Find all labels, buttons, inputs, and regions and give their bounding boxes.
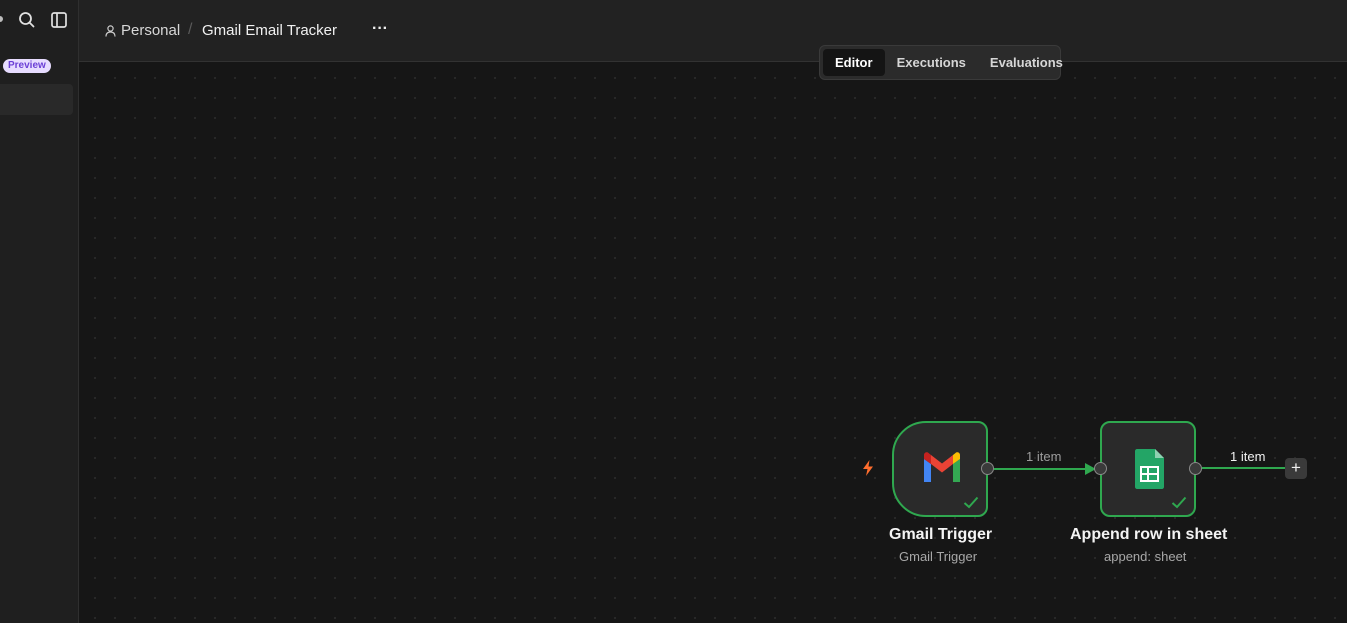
workflow-editor-app: Preview Personal / Gmail Email Tracker ·… xyxy=(0,0,1347,623)
output-handle-sheets[interactable] xyxy=(1189,462,1202,475)
sidebar-item-selected[interactable] xyxy=(0,84,73,115)
add-node-button[interactable]: + xyxy=(1285,458,1307,479)
node-subtitle-append-row: append: sheet xyxy=(1104,549,1187,564)
tab-editor[interactable]: Editor xyxy=(823,49,885,76)
success-check-icon xyxy=(963,496,979,509)
node-append-row-in-sheet[interactable] xyxy=(1100,421,1196,517)
node-gmail-trigger[interactable] xyxy=(892,421,988,517)
breadcrumb-project[interactable]: Personal xyxy=(105,21,180,41)
left-sidebar: Preview xyxy=(0,0,79,623)
user-icon xyxy=(105,25,116,37)
tab-evaluations[interactable]: Evaluations xyxy=(978,49,1075,76)
node-subtitle-gmail-trigger: Gmail Trigger xyxy=(899,549,978,564)
node-title-append-row: Append row in sheet xyxy=(1070,526,1228,543)
output-handle-gmail[interactable] xyxy=(981,462,994,475)
sidebar-logo-edge xyxy=(0,16,3,22)
breadcrumb-separator: / xyxy=(188,21,193,38)
edge-label-gmail-to-sheets: 1 item xyxy=(1026,449,1062,464)
input-handle-sheets[interactable] xyxy=(1094,462,1107,475)
gmail-icon xyxy=(924,452,960,482)
google-sheets-icon xyxy=(1135,449,1164,489)
tab-executions[interactable]: Executions xyxy=(885,49,978,76)
workflow-name[interactable]: Gmail Email Tracker xyxy=(202,21,337,41)
top-header: Personal / Gmail Email Tracker ··· xyxy=(79,0,1347,62)
search-icon[interactable] xyxy=(17,10,37,30)
preview-badge: Preview xyxy=(3,59,51,73)
success-check-icon xyxy=(1171,496,1187,509)
trigger-bolt-icon xyxy=(863,460,873,476)
breadcrumb-project-label: Personal xyxy=(121,22,181,39)
sidebar-toggle-icon[interactable] xyxy=(49,10,69,30)
node-title-gmail-trigger: Gmail Trigger xyxy=(889,526,993,543)
view-tabs: Editor Executions Evaluations xyxy=(819,45,1063,80)
edge-label-sheets-output: 1 item xyxy=(1230,449,1266,464)
more-options-button[interactable]: ··· xyxy=(370,18,390,40)
